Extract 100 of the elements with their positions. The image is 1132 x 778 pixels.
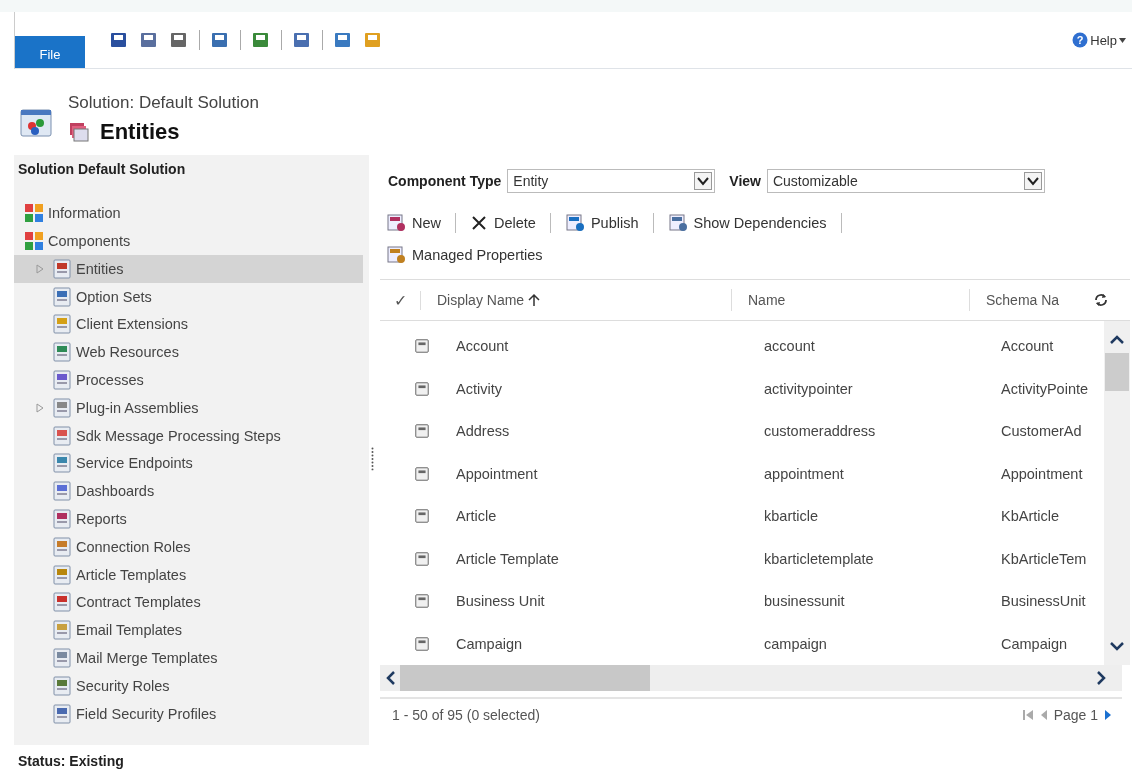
entity-icon [414,337,430,356]
properties-button[interactable]: Managed Properties [382,239,547,271]
chevron-down-icon [1023,172,1042,190]
tree-item[interactable]: Mail Merge Templates [14,644,370,672]
toolbar-icon[interactable] [109,30,129,50]
horizontal-scrollbar[interactable] [380,665,1122,691]
tree-item[interactable]: Email Templates [14,616,370,645]
entity-icon [414,422,430,441]
component-icon [52,592,72,613]
tree-item[interactable]: Contract Templates [14,588,370,617]
record-count: 1 - 50 of 95 (0 selected) [392,707,540,723]
tree-item[interactable]: Field Security Profiles [14,699,370,728]
entity-icon [414,634,430,653]
document-icon [564,214,585,232]
delete-button[interactable]: Delete [466,207,540,239]
tree-item[interactable]: Dashboards [14,477,370,506]
toolbar-icon[interactable] [292,30,312,50]
vertical-scrollbar[interactable] [1104,321,1130,665]
next-page-icon[interactable] [1104,709,1112,721]
name-cell-text: businessunit [764,593,846,610]
previous-page-icon[interactable] [1039,709,1048,721]
tree-item[interactable]: Entities [14,255,364,283]
display-name-cell[interactable]: Appointment [456,465,764,482]
breadcrumb: Solution: Default Solution [68,93,259,113]
scrollbar-thumb[interactable] [1105,353,1129,391]
close-icon [470,214,488,232]
component-icon [52,703,72,724]
scrollbar-thumb[interactable] [400,665,650,691]
toolbar-icon[interactable] [169,30,189,50]
chevron-up-icon [1110,335,1124,345]
tree-item[interactable]: Option Sets [14,282,370,311]
display-name-cell[interactable]: Address [456,423,764,440]
name-cell-text: appointment [764,465,845,482]
filter-dropdown[interactable]: Entity [507,169,716,193]
tree-item[interactable]: Components [14,227,370,255]
name-cell-text: campaign [764,635,828,652]
display-name-cell[interactable]: Business Unit [456,593,764,610]
chevron-down-icon [694,172,713,190]
filter-dropdown[interactable]: Customizable [766,169,1045,193]
tree-item[interactable]: Plug-in Assemblies [14,394,370,422]
tree-item[interactable]: Article Templates [14,560,370,589]
tree-item[interactable]: Connection Roles [14,532,370,561]
component-icon [52,509,72,530]
name-cell-text: account [764,338,816,355]
display-name-cell[interactable]: Article Template [456,550,764,567]
schema-name-cell-text: Campaign [1001,635,1069,652]
sidebar-heading: Solution Default Solution [17,160,187,179]
first-page-icon[interactable] [1021,709,1034,721]
toolbar-icon[interactable] [251,30,271,50]
splitter-handle[interactable] [371,445,374,471]
name-cell-text: activitypointer [764,380,854,397]
chevron-right-icon [1096,671,1106,685]
tree-item[interactable]: Service Endpoints [14,449,370,478]
refresh-icon[interactable] [1094,293,1108,307]
publish-button[interactable]: Publish [560,207,643,239]
name-cell-text: kbarticletemplate [764,550,875,567]
schema-name-cell-text: BusinessUnit [1001,593,1087,610]
entity-icon [414,549,430,568]
component-icon [52,425,72,446]
expand-icon [36,402,44,413]
component-icon [52,536,72,557]
tree-item[interactable]: Web Resources [14,338,370,367]
component-icon [52,675,72,696]
chevron-left-icon [386,671,396,685]
page-title: Entities [100,119,180,145]
toolbar-icon[interactable] [139,30,159,50]
component-icon [52,620,72,641]
entity-icon [414,592,430,611]
column-header[interactable]: Schema Na [970,289,1086,311]
schema-name-cell-text: Appointment [1001,465,1084,482]
help-button[interactable]: ? Help [1072,32,1126,48]
component-icon [52,481,72,502]
caret-icon [1119,37,1126,43]
display-name-cell[interactable]: Article [456,508,764,525]
tree-item[interactable]: Reports [14,505,370,533]
help-icon: ? [1072,32,1089,48]
column-header[interactable]: Name [732,289,970,311]
tree-item[interactable]: Security Roles [14,671,370,700]
dependencies-button[interactable]: Show Dependencies [663,207,831,239]
status-text: Status: Existing [17,752,125,771]
component-icon [52,286,72,307]
column-header[interactable]: Display Name [421,289,732,311]
component-icon [52,314,72,335]
schema-name-cell-text: Account [1001,338,1055,355]
component-icon [52,564,72,585]
tree-item[interactable]: Sdk Message Processing Steps [14,421,370,450]
display-name-cell[interactable]: Activity [456,380,764,397]
tree-item[interactable]: Client Extensions [14,310,370,339]
display-name-cell[interactable]: Account [456,338,764,355]
tree-item[interactable]: Processes [14,366,370,394]
page-number: Page 1 [1053,707,1098,723]
tree-item[interactable]: Information [14,199,370,227]
toolbar-icon[interactable] [210,30,230,50]
toolbar-icon[interactable] [333,30,353,50]
sort-arrow-icon [528,293,541,307]
component-icon [52,370,72,391]
new-button[interactable]: New [382,207,445,239]
display-name-cell[interactable]: Campaign [456,635,764,652]
file-tab[interactable]: File [15,36,85,68]
select-all-checkmark[interactable]: ✓ [380,290,421,310]
